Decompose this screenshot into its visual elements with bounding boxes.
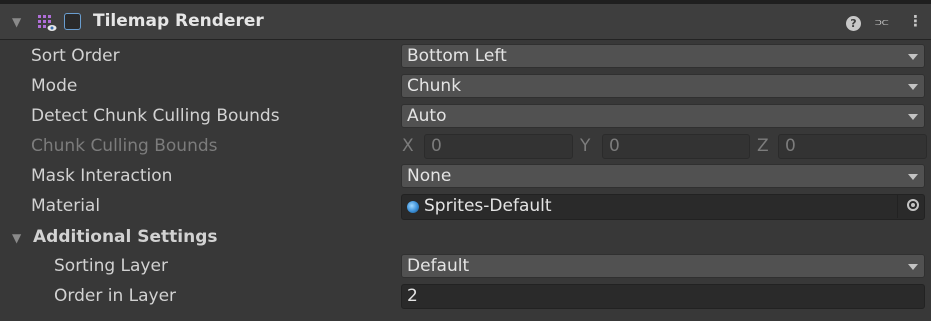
- sorting-layer-row: Sorting Layer Default: [0, 251, 931, 281]
- material-label: Material: [31, 196, 101, 216]
- detect-bounds-value: Auto: [407, 106, 447, 126]
- component-header[interactable]: ▼ Tilemap Renderer ? ⫗ ⋮: [0, 4, 931, 40]
- component-title: Tilemap Renderer: [93, 11, 264, 31]
- x-axis-label: X: [402, 136, 414, 156]
- culling-bounds-y-field[interactable]: 0: [602, 134, 750, 159]
- sort-order-value: Bottom Left: [407, 46, 507, 66]
- material-row: Material Sprites-Default: [0, 191, 931, 221]
- tilemap-renderer-icon: [38, 15, 57, 31]
- mask-interaction-label: Mask Interaction: [31, 166, 173, 186]
- sort-order-label: Sort Order: [31, 46, 120, 66]
- y-axis-label: Y: [580, 136, 591, 156]
- enabled-checkbox[interactable]: [64, 13, 81, 30]
- dropdown-arrow-icon: [908, 174, 918, 180]
- detect-bounds-dropdown[interactable]: Auto: [401, 104, 925, 128]
- mode-label: Mode: [31, 76, 78, 96]
- detect-bounds-row: Detect Chunk Culling Bounds Auto: [0, 101, 931, 131]
- order-in-layer-input[interactable]: 2: [401, 284, 925, 309]
- material-object-field[interactable]: Sprites-Default: [401, 194, 925, 220]
- mode-row: Mode Chunk: [0, 71, 931, 101]
- additional-settings-row[interactable]: ▼ Additional Settings: [0, 222, 931, 252]
- z-value: 0: [785, 136, 796, 156]
- more-options-icon[interactable]: ⋮: [908, 12, 923, 30]
- mask-interaction-dropdown[interactable]: None: [401, 164, 925, 188]
- detect-bounds-label: Detect Chunk Culling Bounds: [31, 106, 280, 126]
- mask-interaction-row: Mask Interaction None: [0, 161, 931, 191]
- order-in-layer-value: 2: [407, 286, 418, 306]
- additional-settings-label[interactable]: Additional Settings: [33, 227, 218, 247]
- z-axis-label: Z: [757, 136, 769, 156]
- dropdown-arrow-icon: [908, 114, 918, 120]
- order-in-layer-label: Order in Layer: [54, 286, 177, 306]
- culling-bounds-label: Chunk Culling Bounds: [31, 136, 218, 156]
- culling-bounds-x-field[interactable]: 0: [424, 134, 573, 159]
- foldout-expanded-icon[interactable]: ▼: [12, 231, 21, 245]
- x-value: 0: [431, 136, 442, 156]
- culling-bounds-row: Chunk Culling Bounds X 0 Y 0 Z 0: [0, 131, 931, 161]
- material-sphere-icon: [407, 201, 419, 213]
- sort-order-row: Sort Order Bottom Left: [0, 41, 931, 71]
- sorting-layer-label: Sorting Layer: [54, 256, 168, 276]
- dropdown-arrow-icon: [908, 84, 918, 90]
- object-picker-icon[interactable]: [907, 199, 919, 211]
- mask-interaction-value: None: [407, 166, 452, 186]
- presets-icon[interactable]: ⫗: [875, 12, 889, 30]
- sorting-layer-value: Default: [407, 256, 470, 276]
- material-value: Sprites-Default: [424, 196, 552, 216]
- mode-value: Chunk: [407, 76, 462, 96]
- y-value: 0: [609, 136, 620, 156]
- sort-order-dropdown[interactable]: Bottom Left: [401, 44, 925, 68]
- object-picker-divider: [897, 195, 898, 218]
- mode-dropdown[interactable]: Chunk: [401, 74, 925, 98]
- order-in-layer-row: Order in Layer 2: [0, 281, 931, 311]
- dropdown-arrow-icon: [908, 264, 918, 270]
- help-icon[interactable]: ?: [846, 16, 861, 31]
- sorting-layer-dropdown[interactable]: Default: [401, 254, 925, 278]
- foldout-expanded-icon[interactable]: ▼: [12, 15, 21, 29]
- culling-bounds-z-field[interactable]: 0: [778, 134, 927, 159]
- dropdown-arrow-icon: [908, 54, 918, 60]
